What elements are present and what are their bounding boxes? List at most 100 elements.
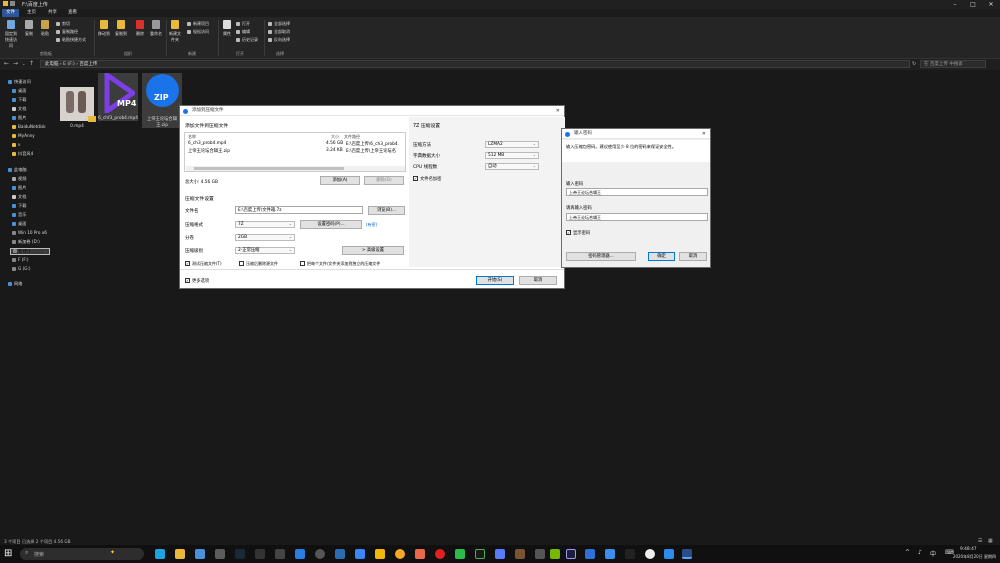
ok-button[interactable]: 确定 xyxy=(648,252,675,261)
delete-button[interactable]: 删除 xyxy=(133,20,147,37)
cpu-threads-select[interactable]: 自动 xyxy=(485,163,539,170)
filename-input[interactable]: E:\百度上传\文件箱.7z xyxy=(235,206,363,214)
new-folder-button[interactable]: 新建文件夹 xyxy=(168,20,182,43)
delete-after-checkbox[interactable] xyxy=(239,261,244,266)
nav-pc-desktop[interactable]: 桌面 xyxy=(12,221,26,227)
nav-douyin[interactable]: 抖音风4 xyxy=(12,151,33,157)
maximize-icon[interactable]: □ xyxy=(964,0,982,9)
back-icon[interactable]: ← xyxy=(4,60,9,67)
nav-network[interactable]: 网络 xyxy=(8,281,22,287)
nav-drive-d[interactable]: 新加卷 (D:) xyxy=(12,239,40,245)
copy-to-button[interactable]: 复制到 xyxy=(114,20,128,37)
move-to-button[interactable]: 移动到 xyxy=(97,20,111,37)
nav-drive-f-selected[interactable]: E (F:) xyxy=(10,248,50,255)
dictionary-select[interactable]: 512 MB xyxy=(485,152,539,159)
steam-icon[interactable] xyxy=(235,549,245,559)
quick-access-icon[interactable] xyxy=(10,1,15,6)
column-size[interactable]: 大小 xyxy=(331,134,339,140)
app-icon[interactable] xyxy=(515,549,525,559)
remove-button[interactable]: 删除(D) xyxy=(364,176,404,185)
show-password-checkbox[interactable]: ✓ xyxy=(566,230,571,235)
nav-desktop[interactable]: 桌面 xyxy=(12,88,26,94)
app-icon[interactable] xyxy=(375,549,385,559)
copy-button[interactable]: 复制 xyxy=(22,20,36,37)
column-path[interactable]: 文件路径 xyxy=(344,134,360,140)
level-select[interactable]: 2-正常压缩 xyxy=(235,247,295,254)
app-icon[interactable] xyxy=(535,549,545,559)
nav-drive-g[interactable]: G (G:) xyxy=(12,266,31,271)
password-input[interactable]: 上帝王论坛合辑王 xyxy=(566,188,708,196)
nav-drive-f2[interactable]: F (F:) xyxy=(12,257,29,262)
encrypt-names-checkbox[interactable]: ✓ xyxy=(413,176,418,181)
app-icon[interactable] xyxy=(664,549,674,559)
app-icon[interactable] xyxy=(255,549,265,559)
edge-icon[interactable] xyxy=(155,549,165,559)
nav-v[interactable]: v xyxy=(12,142,20,147)
capcut-icon[interactable] xyxy=(625,549,635,559)
nav-pictures[interactable]: 图片 xyxy=(12,115,26,121)
app-icon[interactable] xyxy=(585,549,595,559)
method-select[interactable]: LZMA2 xyxy=(485,141,539,148)
paste-shortcut-button[interactable]: 粘贴快捷方式 xyxy=(56,37,86,43)
nav-pc-documents[interactable]: 文档 xyxy=(12,194,26,200)
app-icon[interactable] xyxy=(605,549,615,559)
explorer-icon[interactable] xyxy=(175,549,185,559)
history-button[interactable]: 历史记录 xyxy=(236,37,258,43)
file-item[interactable]: 0.mp4 xyxy=(57,87,97,129)
app-icon[interactable] xyxy=(495,549,505,559)
volume-icon[interactable]: ♪ xyxy=(918,549,922,556)
column-name[interactable]: 名称 xyxy=(188,134,196,140)
app-icon[interactable] xyxy=(395,549,405,559)
up-icon[interactable]: ↑ xyxy=(29,60,34,67)
qq-icon[interactable] xyxy=(645,549,655,559)
minimize-icon[interactable]: – xyxy=(946,0,964,9)
select-all-button[interactable]: 全部选择 xyxy=(268,21,290,27)
new-item-button[interactable]: 新建项目 xyxy=(187,21,209,27)
mail-icon[interactable] xyxy=(195,549,205,559)
file-item-selected[interactable]: ZIP 上帝王论坛合辑王.zip xyxy=(142,73,182,128)
nav-baidunetdisk[interactable]: BaiduNetdisk xyxy=(12,124,46,129)
nav-this-pc[interactable]: 此电脑 xyxy=(8,167,27,173)
reenter-password-input[interactable]: 上帝王论坛合辑王 xyxy=(566,213,708,221)
bandizip-icon[interactable] xyxy=(682,549,692,559)
select-none-button[interactable]: 全部取消 xyxy=(268,29,290,35)
app-icon[interactable] xyxy=(215,549,225,559)
app-icon[interactable] xyxy=(355,549,365,559)
set-password-button[interactable]: 设置密码(P)... xyxy=(300,220,362,229)
refresh-icon[interactable]: ↻ xyxy=(912,61,916,67)
app-icon[interactable] xyxy=(315,549,325,559)
paste-button[interactable]: 粘贴 xyxy=(38,20,52,37)
close-icon[interactable]: ✕ xyxy=(556,106,560,116)
file-list[interactable]: 名称 大小 文件路径 6_ch3_prob4.mp4 4.56 GB E:\百度… xyxy=(184,132,406,172)
close-icon[interactable]: ✕ xyxy=(982,0,1000,9)
app-icon[interactable] xyxy=(415,549,425,559)
nav-documents[interactable]: 文档 xyxy=(12,106,26,112)
nav-videos[interactable]: 视频 xyxy=(12,176,26,182)
properties-button[interactable]: 属性 xyxy=(220,20,234,37)
address-bar[interactable]: 此电脑 › E (F:) › 百度上传 xyxy=(40,60,910,68)
app-icon[interactable] xyxy=(475,549,485,559)
nav-quick-access[interactable]: 快速访问 xyxy=(8,79,31,85)
advanced-settings-button[interactable]: > 高级设置 xyxy=(342,246,404,255)
table-row[interactable]: 6_ch3_prob4.mp4 4.56 GB E:\百度上传\6_ch3_pr… xyxy=(186,141,405,148)
large-icons-view-icon[interactable]: ▦ xyxy=(988,538,993,544)
invert-selection-button[interactable]: 反向选择 xyxy=(268,37,290,43)
test-archive-checkbox[interactable]: ✓ xyxy=(185,261,190,266)
app-icon[interactable] xyxy=(275,549,285,559)
nav-pc-downloads[interactable]: 下载 xyxy=(12,203,26,209)
tab-share[interactable]: 共享 xyxy=(44,9,61,17)
clock-time[interactable]: 9:48:47 xyxy=(960,547,977,552)
file-item-selected[interactable]: MP4 6_chf3_prob4.mp4 xyxy=(98,70,138,121)
tray-chevron-icon[interactable]: ^ xyxy=(905,549,910,556)
easy-access-button[interactable]: 轻松访问 xyxy=(187,29,209,35)
start-button[interactable]: 开始(S) xyxy=(476,276,514,285)
nvidia-icon[interactable] xyxy=(550,549,560,559)
app-icon[interactable] xyxy=(455,549,465,559)
pin-button[interactable]: 固定到快速访问 xyxy=(4,20,18,49)
search-box[interactable]: 在 百度上传 中搜索 xyxy=(920,60,986,68)
more-options-checkbox[interactable]: ✓ xyxy=(185,278,190,283)
close-icon[interactable]: ✕ xyxy=(702,129,706,139)
copy-path-button[interactable]: 复制路径 xyxy=(56,29,78,35)
details-view-icon[interactable]: ☰ xyxy=(978,538,982,544)
tab-view[interactable]: 查看 xyxy=(64,9,81,17)
